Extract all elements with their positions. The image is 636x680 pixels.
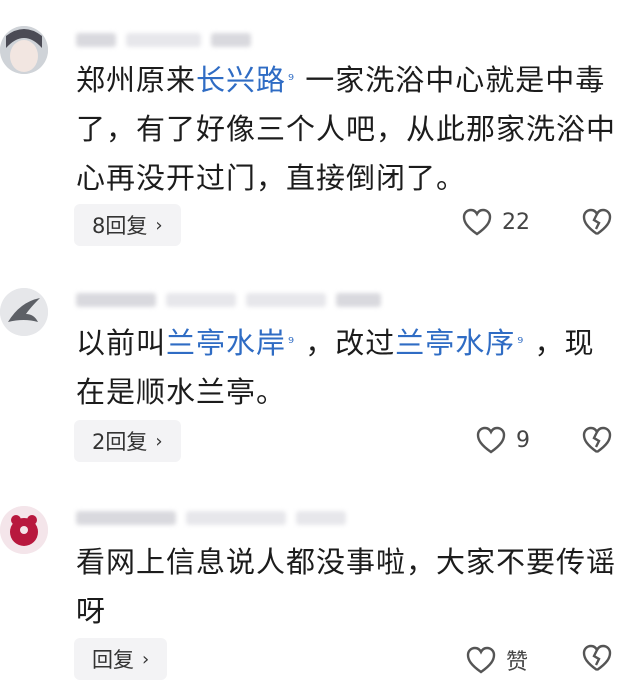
replies-label: 回复 <box>92 648 134 672</box>
user-avatar[interactable] <box>0 26 48 74</box>
broken-heart-icon[interactable] <box>582 208 612 236</box>
user-avatar[interactable] <box>0 506 48 554</box>
text-segment: 以前叫 <box>76 326 167 360</box>
username-blurred <box>76 290 381 310</box>
dislike-wrap <box>582 644 612 672</box>
like-button[interactable]: 22 <box>462 208 530 236</box>
dislike-wrap <box>582 426 612 454</box>
like-button[interactable]: 9 <box>476 426 530 454</box>
replies-label: 8回复 <box>92 214 148 238</box>
user-avatar[interactable] <box>0 288 48 336</box>
text-segment: 郑州原来 <box>76 63 197 97</box>
comment-actions: 9 <box>476 426 530 454</box>
view-replies-button[interactable]: 2回复 › <box>74 420 181 462</box>
heart-icon <box>476 426 506 454</box>
comment-text: 郑州原来长兴路 ⁹ 一家洗浴中心就是中毒了，有了好像三个人吧，从此那家洗浴中心再没… <box>76 56 616 203</box>
like-button[interactable]: 赞 <box>466 644 528 676</box>
dislike-wrap <box>582 208 612 236</box>
chevron-right-icon: › <box>155 214 163 236</box>
heart-icon <box>462 208 492 236</box>
like-count: 9 <box>516 427 530 453</box>
location-pin-icon: ⁹ <box>288 334 296 352</box>
text-segment: ，改过 <box>295 326 396 360</box>
location-link[interactable]: 兰亭水岸 ⁹ <box>166 326 295 360</box>
location-pin-icon: ⁹ <box>288 71 296 89</box>
like-count: 22 <box>502 209 530 235</box>
location-link[interactable]: 兰亭水序 ⁹ <box>395 326 524 360</box>
username-blurred <box>76 30 251 50</box>
view-replies-button[interactable]: 8回复 › <box>74 204 181 246</box>
replies-label: 2回复 <box>92 430 148 454</box>
chevron-right-icon: › <box>155 430 163 452</box>
comment-text: 看网上信息说人都没事啦，大家不要传谣呀 <box>76 538 616 636</box>
chevron-right-icon: › <box>142 648 150 670</box>
broken-heart-icon[interactable] <box>582 644 612 672</box>
broken-heart-icon[interactable] <box>582 426 612 454</box>
text-segment: 看网上信息说人都没事啦，大家不要传谣呀 <box>76 545 617 628</box>
comment-text: 以前叫兰亭水岸 ⁹ ，改过兰亭水序 ⁹ ，现在是顺水兰亭。 <box>76 319 616 417</box>
view-replies-button[interactable]: 回复 › <box>74 638 168 680</box>
location-link[interactable]: 长兴路 ⁹ <box>196 63 295 97</box>
like-count: 赞 <box>506 650 529 675</box>
comment-actions: 22 <box>462 208 530 236</box>
heart-icon <box>466 646 496 674</box>
username-blurred <box>76 508 346 528</box>
comment-actions: 赞 <box>466 644 528 676</box>
